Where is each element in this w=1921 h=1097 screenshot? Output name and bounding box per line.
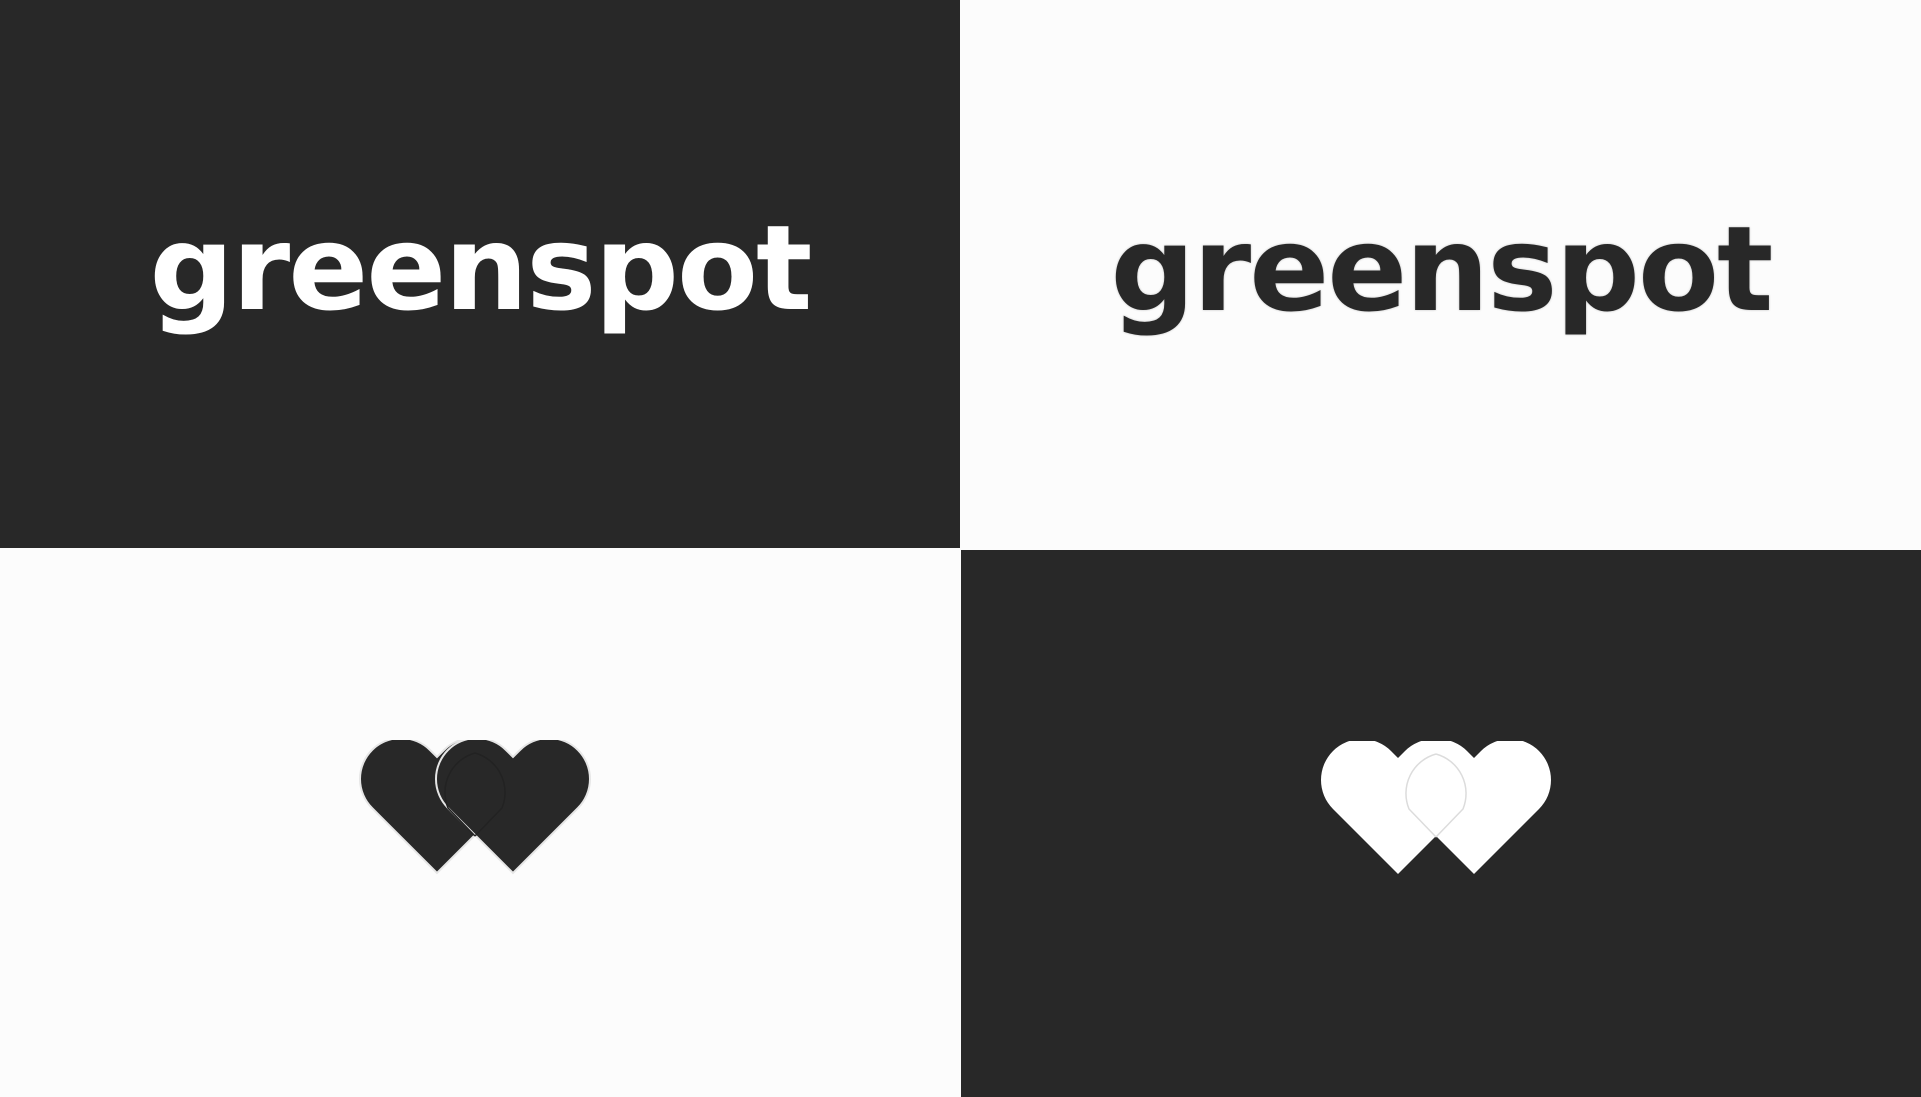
logo-mark-light-panel [0,549,960,1097]
wordmark: greenspot [149,199,813,337]
heart-right-icon [435,740,591,875]
heart-right-icon [1397,740,1551,874]
brand-board: greenspot greenspot [0,0,1921,1097]
double-heart-icon [1321,740,1551,874]
wordmark-light-panel: greenspot [961,0,1921,549]
wordmark-dark-panel: greenspot [0,0,960,548]
wordmark: greenspot [1110,199,1774,338]
logo-mark-dark-panel [961,550,1921,1097]
double-heart-icon [359,740,591,875]
